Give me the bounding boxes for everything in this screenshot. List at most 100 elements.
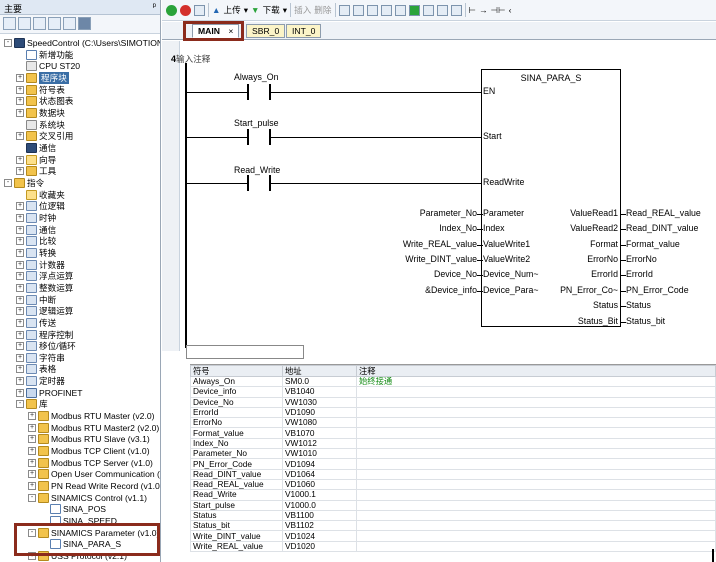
lock-open-icon[interactable] [436, 4, 448, 16]
contact-icon[interactable]: ⊣⊢ [491, 5, 506, 16]
upload-button[interactable]: 上传 [224, 4, 241, 16]
delete-button[interactable]: 删除 [314, 4, 331, 16]
tree-item[interactable]: 新增功能 [16, 49, 73, 61]
tree-item[interactable]: - 指令 [4, 177, 44, 189]
tree-item[interactable]: + 计数器 [16, 259, 65, 271]
tree-item[interactable]: + PN Read Write Record (v1.0 [28, 480, 160, 492]
address-cell[interactable]: VD1090 [282, 406, 357, 419]
tree-item[interactable]: + Modbus TCP Server (v1.0) [28, 457, 153, 469]
tree-item[interactable]: + 交叉引用 [16, 130, 73, 142]
comment-cell[interactable] [356, 437, 716, 450]
tree-item[interactable]: + 逻辑运算 [16, 305, 73, 317]
key-icon[interactable] [450, 4, 462, 16]
input-variable[interactable]: Index_No [439, 223, 477, 233]
symbol-cell[interactable]: Read_REAL_value [190, 478, 283, 491]
tab-int0[interactable]: INT_0 [286, 24, 322, 38]
comment-cell[interactable] [356, 386, 716, 398]
download-arrow-icon[interactable]: ▼ [251, 5, 260, 15]
expand-icon[interactable]: + [16, 202, 24, 211]
page-icon[interactable] [48, 17, 61, 30]
symbol-cell[interactable]: Start_pulse [190, 499, 283, 511]
upload-arrow-icon[interactable]: ▲ [212, 5, 221, 15]
address-cell[interactable]: VD1094 [282, 458, 357, 470]
expand-icon[interactable]: + [28, 447, 36, 456]
expand-icon[interactable]: + [16, 365, 24, 374]
comment-cell[interactable] [356, 499, 716, 511]
print-icon[interactable] [380, 4, 392, 16]
tree-item[interactable]: - SINAMICS Control (v1.1) [28, 492, 147, 504]
table-row[interactable]: Always_On SM0.0 始终接通 [190, 375, 716, 388]
comment-cell[interactable] [356, 530, 716, 542]
input-variable[interactable]: Write_REAL_value [403, 239, 477, 249]
address-cell[interactable]: VD1020 [282, 540, 357, 553]
expand-icon[interactable]: + [16, 295, 24, 304]
symbol-cell[interactable]: Status_bit [190, 520, 283, 532]
output-variable[interactable]: PN_Error_Code [626, 285, 689, 295]
comment-cell[interactable] [356, 509, 716, 522]
tree-item[interactable]: + 向导 [16, 154, 56, 166]
nav-icon[interactable]: ‹ [509, 5, 512, 15]
compile-icon[interactable] [194, 4, 205, 16]
tree-item[interactable]: + Modbus RTU Master2 (v2.0) [28, 422, 159, 434]
collapse-icon[interactable]: - [4, 178, 12, 187]
tree-item[interactable]: + 程序块 [16, 71, 69, 84]
comment-cell[interactable] [356, 458, 716, 470]
col-header-address[interactable]: 地址 [282, 365, 357, 377]
symbol-filter-bar[interactable] [186, 345, 304, 359]
collapse-icon[interactable]: - [28, 493, 36, 502]
line-icon[interactable]: → [479, 5, 488, 15]
input-variable[interactable]: Write_DINT_value [405, 254, 477, 264]
expand-icon[interactable]: + [28, 458, 36, 467]
expand-icon[interactable]: + [16, 318, 24, 327]
pin-icon[interactable]: ᵖ [153, 1, 156, 11]
expand-icon[interactable]: + [16, 353, 24, 362]
output-variable[interactable]: Status [626, 300, 651, 310]
collapse-icon[interactable]: - [16, 400, 24, 409]
comment-cell[interactable] [356, 468, 716, 480]
tree-item[interactable]: -库 [16, 398, 48, 410]
doc-icon[interactable] [63, 17, 76, 30]
tree-item[interactable]: + 比较 [16, 235, 56, 247]
address-cell[interactable]: VW1012 [282, 437, 357, 450]
symbol-cell[interactable]: ErrorId [190, 406, 283, 419]
expand-icon[interactable]: + [28, 412, 36, 421]
table-row[interactable]: Write_REAL_value VD1020 [190, 540, 716, 553]
monitor-icon[interactable] [78, 17, 91, 30]
expand-icon[interactable]: + [28, 470, 36, 479]
output-variable[interactable]: Read_DINT_value [626, 223, 698, 233]
stop-icon[interactable] [180, 4, 191, 16]
address-cell[interactable]: VW1030 [282, 396, 357, 408]
folder-icon[interactable] [33, 17, 46, 30]
comment-cell[interactable] [356, 489, 716, 501]
go-icon[interactable] [408, 4, 420, 16]
table-row[interactable]: Read_DINT_value VD1064 [190, 468, 716, 480]
output-variable[interactable]: Status_bit [626, 316, 665, 326]
tree-item[interactable]: + Modbus RTU Master (v2.0) [28, 410, 154, 422]
comment-cell[interactable] [356, 396, 716, 408]
col-header-symbol[interactable]: 符号 [190, 365, 283, 377]
expand-icon[interactable]: + [28, 482, 36, 491]
expand-icon[interactable]: + [16, 85, 24, 94]
input-variable[interactable]: Device_No [434, 269, 477, 279]
view-icon[interactable] [3, 17, 16, 30]
list-icon[interactable] [18, 17, 31, 30]
table-row[interactable]: Parameter_No VW1010 [190, 448, 716, 460]
tree-item[interactable]: CPU ST20 [16, 60, 80, 72]
tree-item[interactable]: + 程序控制 [16, 329, 73, 341]
address-cell[interactable]: VB1102 [282, 520, 357, 532]
expand-icon[interactable]: + [16, 272, 24, 281]
address-cell[interactable]: VB1040 [282, 386, 357, 398]
symbol-cell[interactable]: Index_No [190, 437, 283, 450]
symbol-cell[interactable]: PN_Error_Code [190, 458, 283, 470]
tree-item[interactable]: + 位逻辑 [16, 200, 65, 212]
tree-item[interactable]: 系统块 [16, 119, 65, 131]
chevron-down-icon[interactable]: ▾ [283, 5, 287, 16]
address-cell[interactable]: V1000.0 [282, 499, 357, 511]
table-row[interactable]: Index_No VW1012 [190, 437, 716, 450]
tree-item[interactable]: + Modbus TCP Client (v1.0) [28, 445, 150, 457]
output-variable[interactable]: Read_REAL_value [626, 208, 701, 218]
tree-item[interactable]: - SpeedControl (C:\Users\SIMOTION- [4, 37, 160, 49]
tree-item[interactable]: + Modbus RTU Slave (v3.1) [28, 433, 150, 445]
expand-icon[interactable]: + [16, 307, 24, 316]
tree-item[interactable]: + 传送 [16, 317, 56, 329]
